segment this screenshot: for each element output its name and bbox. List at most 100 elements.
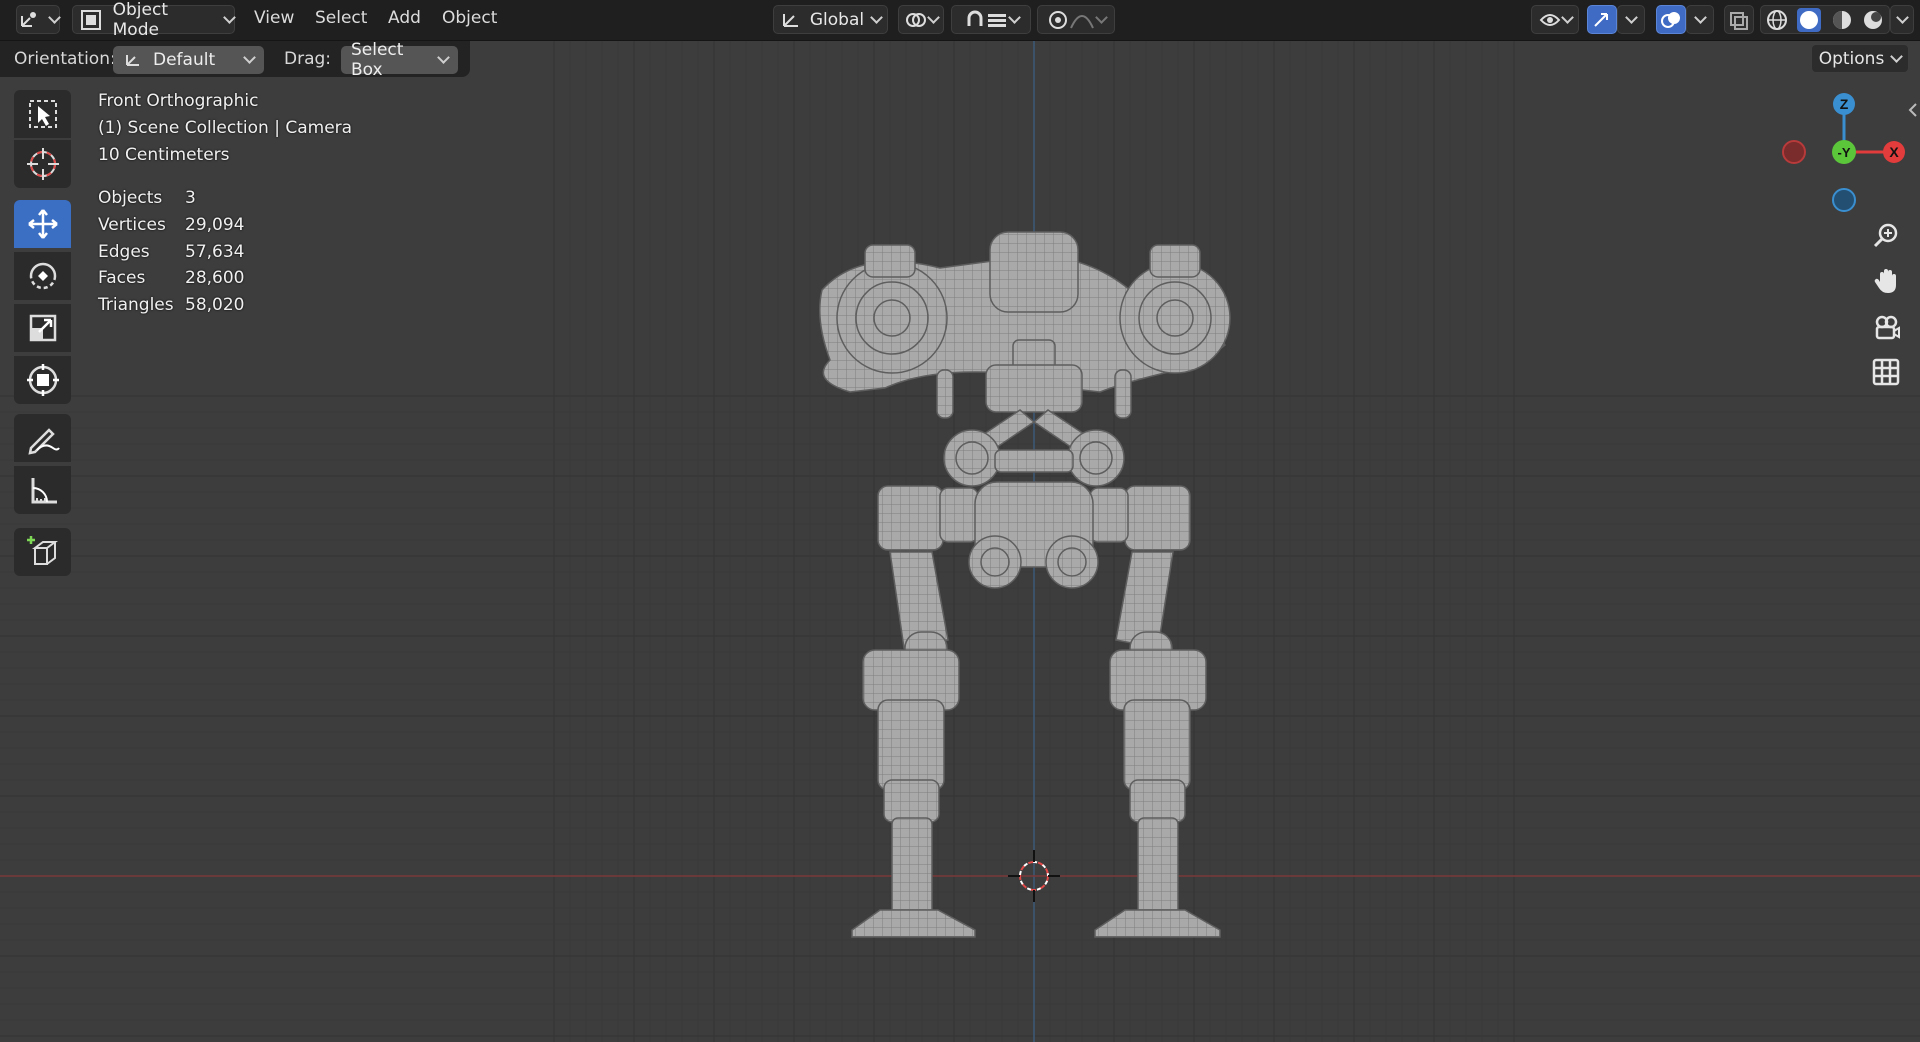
zoom-icon xyxy=(1873,223,1898,248)
orientation-axes-icon xyxy=(126,55,139,66)
menu-select[interactable]: Select xyxy=(315,8,367,28)
object-visibility-dropdown[interactable] xyxy=(1531,5,1579,34)
orientation-value: Default xyxy=(153,50,216,70)
viewport-header: Object Mode View Select Add Object Globa… xyxy=(0,0,1920,41)
stat-label: Triangles xyxy=(98,295,174,315)
orientation-label: Orientation: xyxy=(14,49,116,69)
gizmo-neg-x[interactable] xyxy=(1782,140,1806,164)
measure-tool-icon xyxy=(31,478,57,504)
menu-add[interactable]: Add xyxy=(388,8,421,28)
options-dropdown[interactable]: Options xyxy=(1811,44,1909,73)
stat-label: Vertices xyxy=(98,215,166,235)
orientation-axes-icon xyxy=(782,13,798,27)
falloff-curve-icon xyxy=(1069,14,1094,28)
stat-value: 28,600 xyxy=(185,268,245,288)
zoom-button[interactable] xyxy=(1868,218,1904,254)
drag-label: Drag: xyxy=(284,49,332,69)
orientation-global-label: Global xyxy=(809,9,865,30)
drag-value: Select Box xyxy=(351,40,404,80)
chevron-down-icon xyxy=(1007,10,1021,24)
annotate-tool-icon xyxy=(27,428,60,455)
mode-label: Object Mode xyxy=(112,0,168,40)
tool-settings-bar: Orientation: Default Drag: Select Box xyxy=(0,40,470,80)
pivot-icon xyxy=(905,12,926,27)
stat-label: Objects xyxy=(98,188,163,208)
chevron-down-icon xyxy=(223,10,236,24)
wireframe-shading-icon[interactable] xyxy=(1766,9,1788,31)
rendered-shading-icon[interactable] xyxy=(1862,9,1884,31)
camera-view-button[interactable] xyxy=(1868,309,1904,345)
hand-icon xyxy=(1874,269,1896,293)
select-box-tool[interactable] xyxy=(14,90,71,138)
menu-object[interactable]: Object xyxy=(442,8,497,28)
view-name: Front Orthographic xyxy=(98,91,259,111)
chevron-down-icon xyxy=(870,10,883,24)
gizmo-dropdown[interactable] xyxy=(1617,5,1645,34)
transform-tool[interactable] xyxy=(14,356,71,404)
xray-toggle[interactable] xyxy=(1724,5,1754,34)
proportional-edit-icon xyxy=(1048,10,1067,29)
select-box-tool-icon xyxy=(28,100,57,128)
measure-tool[interactable] xyxy=(14,466,71,514)
axis-view-icon xyxy=(20,11,36,27)
scale-tool[interactable] xyxy=(14,304,71,352)
overlays-dropdown[interactable] xyxy=(1686,5,1714,34)
options-label: Options xyxy=(1818,48,1885,69)
gizmo-z-label: Z xyxy=(1840,96,1849,112)
move-tool-icon xyxy=(27,209,58,239)
gizmo-neg-z[interactable] xyxy=(1832,188,1856,212)
overlays-toggle[interactable] xyxy=(1656,5,1686,34)
stat-value: 58,020 xyxy=(185,295,245,315)
rotate-tool[interactable] xyxy=(14,252,71,300)
proportional-editing-toggle[interactable] xyxy=(1037,5,1115,34)
drag-dropdown[interactable]: Select Box xyxy=(341,40,458,80)
menu-view[interactable]: View xyxy=(254,8,294,28)
move-tool[interactable] xyxy=(14,200,71,248)
magnet-icon xyxy=(967,10,982,26)
transform-orientation-dropdown[interactable]: Global xyxy=(773,5,888,34)
stat-label: Faces xyxy=(98,268,146,288)
stat-value: 3 xyxy=(185,188,196,208)
object-mode-icon xyxy=(81,9,101,30)
mode-selector[interactable]: Object Mode xyxy=(72,0,236,40)
editor-type-button[interactable] xyxy=(16,5,61,34)
material-shading-icon[interactable] xyxy=(1831,9,1853,31)
gizmo-x-label: X xyxy=(1889,144,1899,160)
annotate-tool[interactable] xyxy=(14,414,71,462)
xray-icon xyxy=(1730,11,1748,30)
sidebar-expand-icon[interactable] xyxy=(1908,102,1918,118)
chevron-down-icon xyxy=(926,10,940,24)
grid-scale: 10 Centimeters xyxy=(98,145,230,165)
cursor-tool-icon xyxy=(26,148,59,180)
gizmo-toggle[interactable] xyxy=(1587,5,1617,34)
grid-icon xyxy=(1872,358,1900,386)
chevron-down-icon xyxy=(1624,10,1638,24)
chevron-down-icon xyxy=(243,51,256,64)
cursor-tool[interactable] xyxy=(14,140,71,188)
stat-label: Edges xyxy=(98,242,150,262)
solid-shading-icon[interactable] xyxy=(1797,7,1822,32)
robot-mesh[interactable] xyxy=(0,0,1920,1042)
shading-dropdown[interactable] xyxy=(1890,5,1914,34)
orientation-dropdown[interactable]: Default xyxy=(113,46,264,74)
stat-value: 29,094 xyxy=(185,215,245,235)
chevron-down-icon xyxy=(437,51,450,64)
pan-button[interactable] xyxy=(1868,263,1904,299)
rotate-tool-icon xyxy=(29,262,56,290)
chevron-down-icon xyxy=(47,10,61,24)
stat-value: 57,634 xyxy=(185,242,245,262)
add-cube-tool-icon xyxy=(26,536,58,565)
3d-cursor xyxy=(1008,850,1060,902)
navigation-gizmo[interactable]: Z X -Y xyxy=(1780,88,1910,218)
chevron-down-icon xyxy=(1560,10,1574,24)
transform-tool-icon xyxy=(26,364,59,396)
snap-toggle[interactable] xyxy=(951,5,1031,34)
gizmo-icon xyxy=(1594,12,1608,27)
chevron-down-icon xyxy=(1895,10,1909,24)
pivot-point-dropdown[interactable] xyxy=(898,5,944,34)
perspective-toggle-button[interactable] xyxy=(1868,354,1904,390)
scale-tool-icon xyxy=(29,314,56,342)
chevron-down-icon xyxy=(1890,49,1904,63)
eye-icon xyxy=(1539,13,1560,26)
add-cube-tool[interactable] xyxy=(14,528,71,576)
